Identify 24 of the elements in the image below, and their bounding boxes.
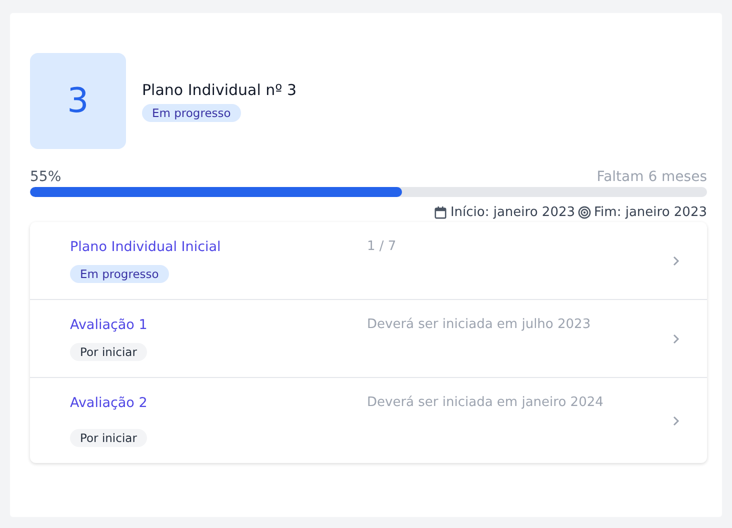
stage-info: Deverá ser iniciada em julho 2023 <box>367 317 592 332</box>
start-date: Início: janeiro 2023 <box>450 205 576 220</box>
progress-percent: 55% <box>30 169 62 185</box>
chevron-icon[interactable] <box>671 415 681 427</box>
stage-title[interactable]: Plano Individual Inicial <box>70 239 221 255</box>
stage-row[interactable]: Avaliação 1 Por iniciar Deverá ser iniciada em julho 2023 <box>30 299 707 377</box>
target-icon <box>578 206 592 219</box>
plan-title: Plano Individual nº 3 <box>142 80 297 98</box>
chevron-icon[interactable] <box>671 333 681 345</box>
stage-row[interactable]: Plano Individual Inicial Em progresso 1 / 7 <box>30 222 707 299</box>
status-badge: Em progresso <box>70 265 169 283</box>
status-badge: Por iniciar <box>70 429 147 447</box>
status-badge: Em progresso <box>142 104 241 122</box>
time-remaining: Faltam 6 meses <box>596 169 707 185</box>
stage-info: 1 / 7 <box>367 239 398 254</box>
plan-number-tile: 3 <box>30 53 126 149</box>
stage-row[interactable]: Avaliação 2 Por iniciar Deverá ser iniciada em janeiro 2024 <box>30 377 707 463</box>
calendar-icon <box>434 206 448 219</box>
stage-info: Deverá ser iniciada em janeiro 2024 <box>367 395 604 410</box>
stage-title[interactable]: Avaliação 2 <box>70 395 148 411</box>
chevron-icon[interactable] <box>671 255 681 267</box>
status-badge: Por iniciar <box>70 343 147 361</box>
stage-title[interactable]: Avaliação 1 <box>70 317 148 333</box>
end-date: Fim: janeiro 2023 <box>594 205 707 220</box>
